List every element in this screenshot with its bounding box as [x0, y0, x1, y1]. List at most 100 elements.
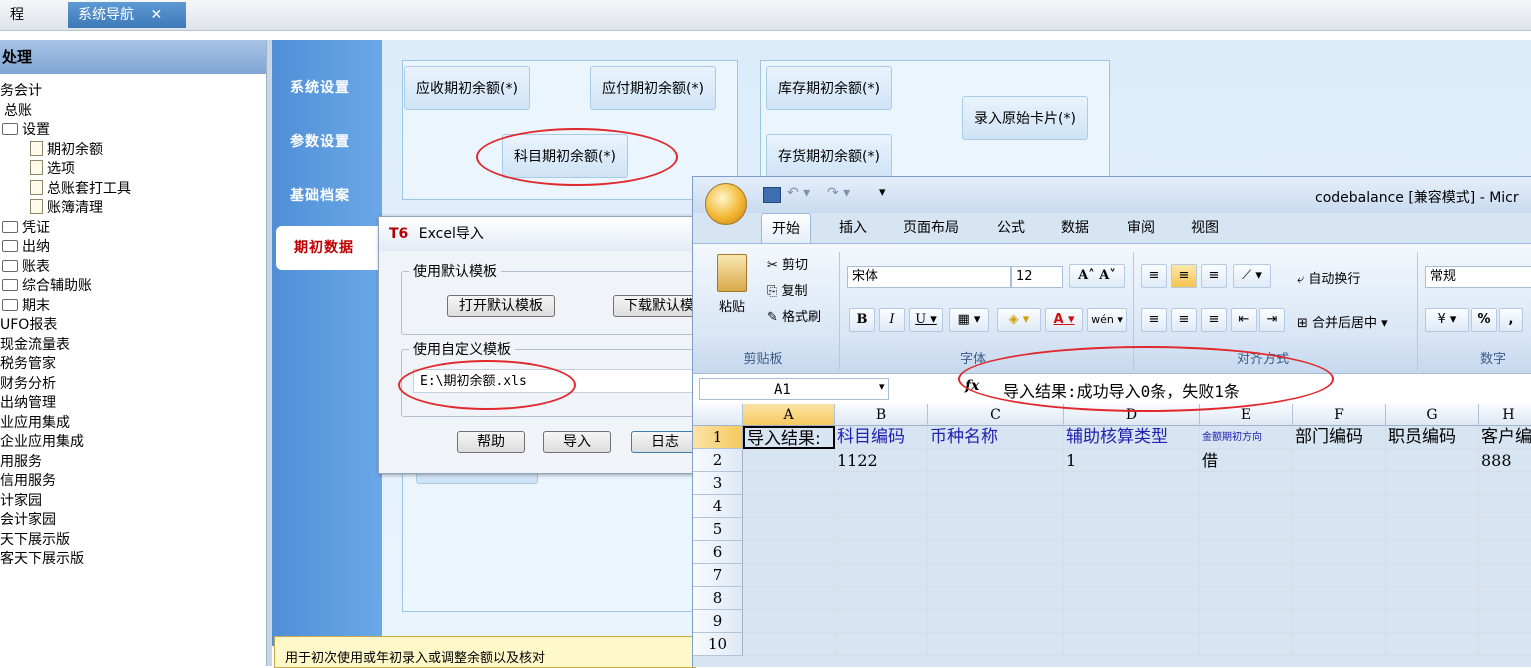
nav-item-parameter-settings[interactable]: 参数设置	[272, 120, 382, 164]
fill-color-icon[interactable]: ◈ ▾	[997, 308, 1041, 332]
font-size-combo[interactable]: 12	[1011, 266, 1063, 288]
cell[interactable]	[1200, 518, 1293, 541]
tree-item[interactable]: 计家园	[0, 492, 266, 512]
row-header[interactable]: 8	[693, 587, 743, 610]
cell[interactable]	[1064, 495, 1200, 518]
cell[interactable]	[1293, 495, 1386, 518]
cell[interactable]	[1479, 518, 1531, 541]
row-header[interactable]: 7	[693, 564, 743, 587]
format-painter-button[interactable]: ✎ 格式刷	[767, 306, 821, 325]
import-button[interactable]: 导入	[543, 431, 611, 453]
nav-item-opening-data[interactable]: 期初数据	[276, 226, 382, 270]
border-icon[interactable]: ▦ ▾	[949, 308, 989, 332]
undo-icon[interactable]: ↶ ▾	[787, 185, 810, 201]
phonetic-icon[interactable]: wén ▾	[1087, 308, 1127, 332]
column-header[interactable]: A	[743, 404, 835, 426]
column-header[interactable]: B	[835, 404, 928, 426]
cell[interactable]: 职员编码	[1386, 426, 1479, 449]
paste-icon[interactable]	[717, 254, 747, 292]
nav-item-basic-archives[interactable]: 基础档案	[272, 174, 382, 218]
cell[interactable]	[928, 564, 1064, 587]
inventory-opening-button[interactable]: 库存期初余额(*)	[766, 66, 892, 110]
row-header[interactable]: 1	[693, 426, 743, 449]
row-header[interactable]: 3	[693, 472, 743, 495]
row-header[interactable]: 5	[693, 518, 743, 541]
cell[interactable]: 金额期初方向	[1200, 426, 1293, 449]
cell[interactable]	[835, 518, 928, 541]
tree-item[interactable]: 出纳管理	[0, 394, 266, 414]
font-grow-shrink-button[interactable]: A˄ A˅	[1069, 264, 1125, 288]
cell[interactable]	[928, 449, 1064, 472]
orientation-icon[interactable]: ⟋ ▾	[1233, 264, 1271, 288]
tree-item[interactable]: 总账	[0, 102, 266, 122]
cell[interactable]	[835, 564, 928, 587]
cell[interactable]	[1386, 518, 1479, 541]
align-bottom-icon[interactable]: ≡	[1201, 264, 1227, 288]
redo-icon[interactable]: ↷ ▾	[827, 185, 850, 201]
row-header[interactable]: 9	[693, 610, 743, 633]
cell[interactable]	[1293, 633, 1386, 656]
receivable-opening-button[interactable]: 应收期初余额(*)	[404, 66, 530, 110]
cell[interactable]	[743, 449, 835, 472]
column-header[interactable]: G	[1386, 404, 1479, 426]
tree-item[interactable]: 凭证	[0, 219, 266, 239]
cell[interactable]	[743, 495, 835, 518]
cell[interactable]	[1200, 587, 1293, 610]
cell[interactable]	[1479, 541, 1531, 564]
log-button[interactable]: 日志	[631, 431, 699, 453]
nav-item-system-settings[interactable]: 系统设置	[272, 66, 382, 110]
cell[interactable]	[1064, 587, 1200, 610]
align-top-icon[interactable]: ≡	[1141, 264, 1167, 288]
column-header[interactable]: F	[1293, 404, 1386, 426]
comma-icon[interactable]: ,	[1499, 308, 1523, 332]
cell[interactable]	[835, 495, 928, 518]
cell[interactable]	[1386, 541, 1479, 564]
font-name-combo[interactable]: 宋体	[847, 266, 1011, 288]
tree-item[interactable]: 企业应用集成	[0, 433, 266, 453]
cell[interactable]	[1200, 472, 1293, 495]
tree-item[interactable]: 设置	[0, 121, 266, 141]
cell[interactable]	[835, 472, 928, 495]
tree-item[interactable]: 务会计	[0, 82, 266, 102]
cell[interactable]	[1200, 633, 1293, 656]
cell[interactable]	[1386, 610, 1479, 633]
tree-item[interactable]: 业应用集成	[0, 414, 266, 434]
underline-button[interactable]: U ▾	[909, 308, 943, 332]
row-header[interactable]: 4	[693, 495, 743, 518]
tab-data[interactable]: 数据	[1051, 213, 1099, 243]
cell[interactable]: 导入结果:	[743, 426, 835, 449]
row-header[interactable]: 2	[693, 449, 743, 472]
cell[interactable]	[1200, 610, 1293, 633]
cell[interactable]	[1386, 587, 1479, 610]
cell[interactable]	[743, 633, 835, 656]
cell[interactable]	[743, 610, 835, 633]
wrap-text-button[interactable]: ⤶ 自动换行	[1297, 268, 1360, 287]
cell[interactable]	[835, 541, 928, 564]
cell[interactable]	[1386, 449, 1479, 472]
merge-center-button[interactable]: ⊞ 合并后居中 ▾	[1297, 312, 1388, 331]
cell[interactable]	[1200, 495, 1293, 518]
tab-system-navigation[interactable]: 系统导航 ✕	[68, 2, 186, 28]
tree-item[interactable]: 账表	[0, 258, 266, 278]
tab-home[interactable]: 开始	[761, 213, 811, 244]
align-middle-icon[interactable]: ≡	[1171, 264, 1197, 288]
tree-item[interactable]: 期末	[0, 297, 266, 317]
tree-item[interactable]: 现金流量表	[0, 336, 266, 356]
cell[interactable]: 借	[1200, 449, 1293, 472]
tab-previous[interactable]: 程	[0, 2, 60, 28]
tree-item[interactable]: 税务管家	[0, 355, 266, 375]
tab-view[interactable]: 视图	[1181, 213, 1229, 243]
cell[interactable]: 科目编码	[835, 426, 928, 449]
cell[interactable]	[1479, 495, 1531, 518]
tree-item[interactable]: 总账套打工具	[0, 179, 266, 200]
cell[interactable]	[1479, 587, 1531, 610]
stock-opening-button[interactable]: 存货期初余额(*)	[766, 134, 892, 178]
chevron-down-icon[interactable]: ▾	[879, 380, 885, 393]
cell[interactable]	[1293, 610, 1386, 633]
dialog-title-bar[interactable]: T6 Excel导入	[379, 217, 697, 251]
tab-review[interactable]: 审阅	[1117, 213, 1165, 243]
cell[interactable]	[743, 518, 835, 541]
cell[interactable]	[1386, 633, 1479, 656]
cell[interactable]	[1386, 564, 1479, 587]
excel-title-bar[interactable]: ↶ ▾ ↷ ▾ ▾ codebalance [兼容模式] - Micr	[693, 177, 1531, 213]
